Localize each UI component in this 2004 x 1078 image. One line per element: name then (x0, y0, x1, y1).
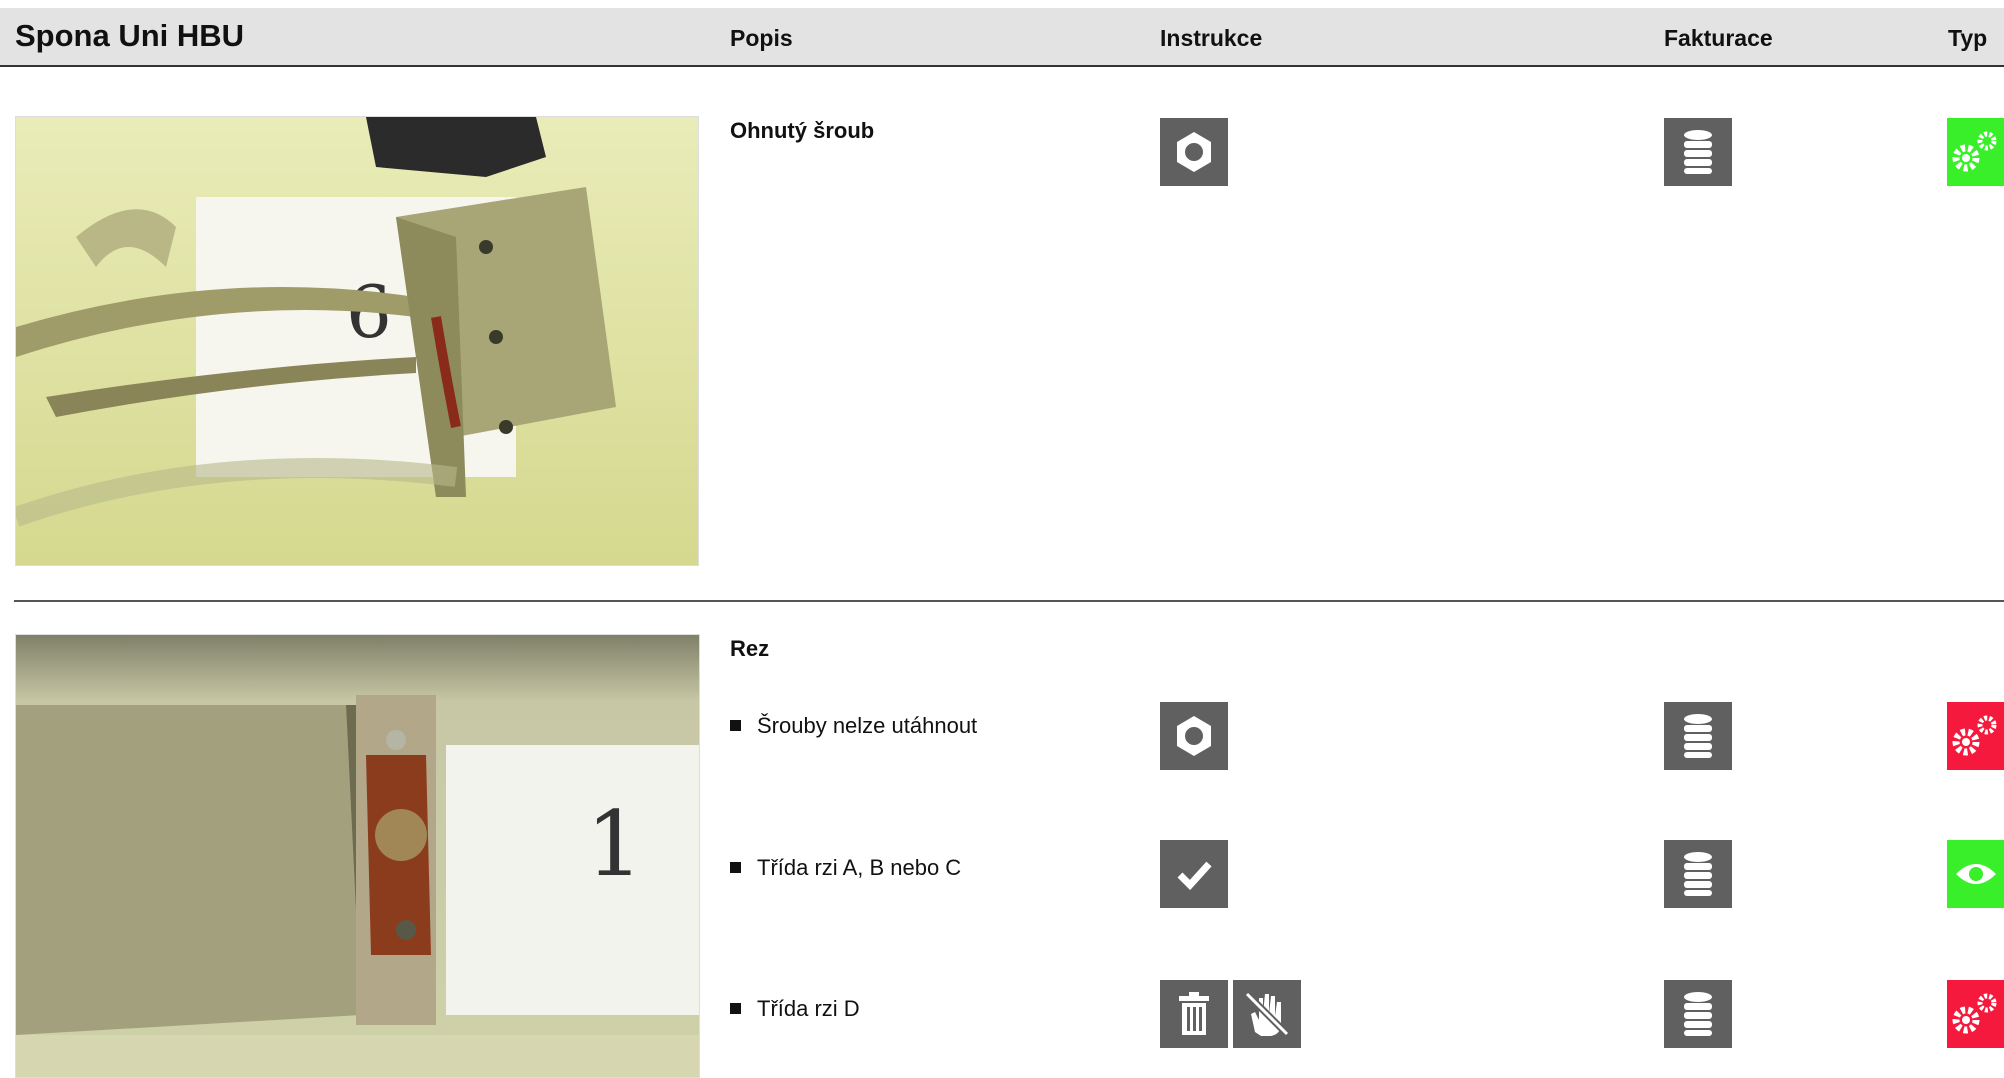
type-badge-red (1947, 980, 2004, 1048)
coin-stack-icon[interactable] (1664, 118, 1732, 186)
list-item: Třída rzi D (730, 996, 860, 1022)
list-item: Třída rzi A, B nebo C (730, 855, 961, 881)
column-header-popis: Popis (730, 25, 793, 51)
bullet (730, 720, 741, 731)
no-touch-icon[interactable] (1233, 980, 1301, 1048)
coin-stack-icon[interactable] (1664, 702, 1732, 770)
type-badge-green (1947, 118, 2004, 186)
column-header-instrukce: Instrukce (1160, 25, 1263, 51)
trash-icon[interactable] (1160, 980, 1228, 1048)
defect-title: Rez (730, 636, 770, 661)
column-header-fakturace: Fakturace (1664, 25, 1773, 51)
gears-icon (1952, 131, 1996, 172)
eye-icon (1955, 864, 1996, 884)
check-icon[interactable] (1160, 840, 1228, 908)
gears-icon (1952, 715, 1996, 756)
gears-icon (1952, 993, 1996, 1034)
list-item: Šrouby nelze utáhnout (730, 713, 977, 739)
row-divider (14, 600, 2004, 602)
nut-icon[interactable] (1160, 118, 1228, 186)
coin-stack-icon[interactable] (1664, 980, 1732, 1048)
list-item-text: Třída rzi A, B nebo C (757, 855, 962, 880)
table-header: Spona Uni HBU Popis Instrukce Fakturace … (0, 8, 2004, 67)
type-badge-red (1947, 702, 2004, 770)
rust-photo: 1 (15, 634, 700, 1078)
coin-stack-icon[interactable] (1664, 840, 1732, 908)
page-title: Spona Uni HBU (15, 18, 245, 53)
list-item-text: Třída rzi D (757, 996, 860, 1021)
bullet (730, 1003, 741, 1014)
bent-bolt-photo: 6 (15, 116, 699, 566)
type-badge-green (1947, 840, 2004, 908)
bullet (730, 862, 741, 873)
nut-icon[interactable] (1160, 702, 1228, 770)
list-item-text: Šrouby nelze utáhnout (757, 713, 978, 738)
photo-number-label: 1 (586, 792, 643, 897)
column-header-typ: Typ (1948, 25, 1988, 51)
defect-title: Ohnutý šroub (730, 118, 875, 143)
